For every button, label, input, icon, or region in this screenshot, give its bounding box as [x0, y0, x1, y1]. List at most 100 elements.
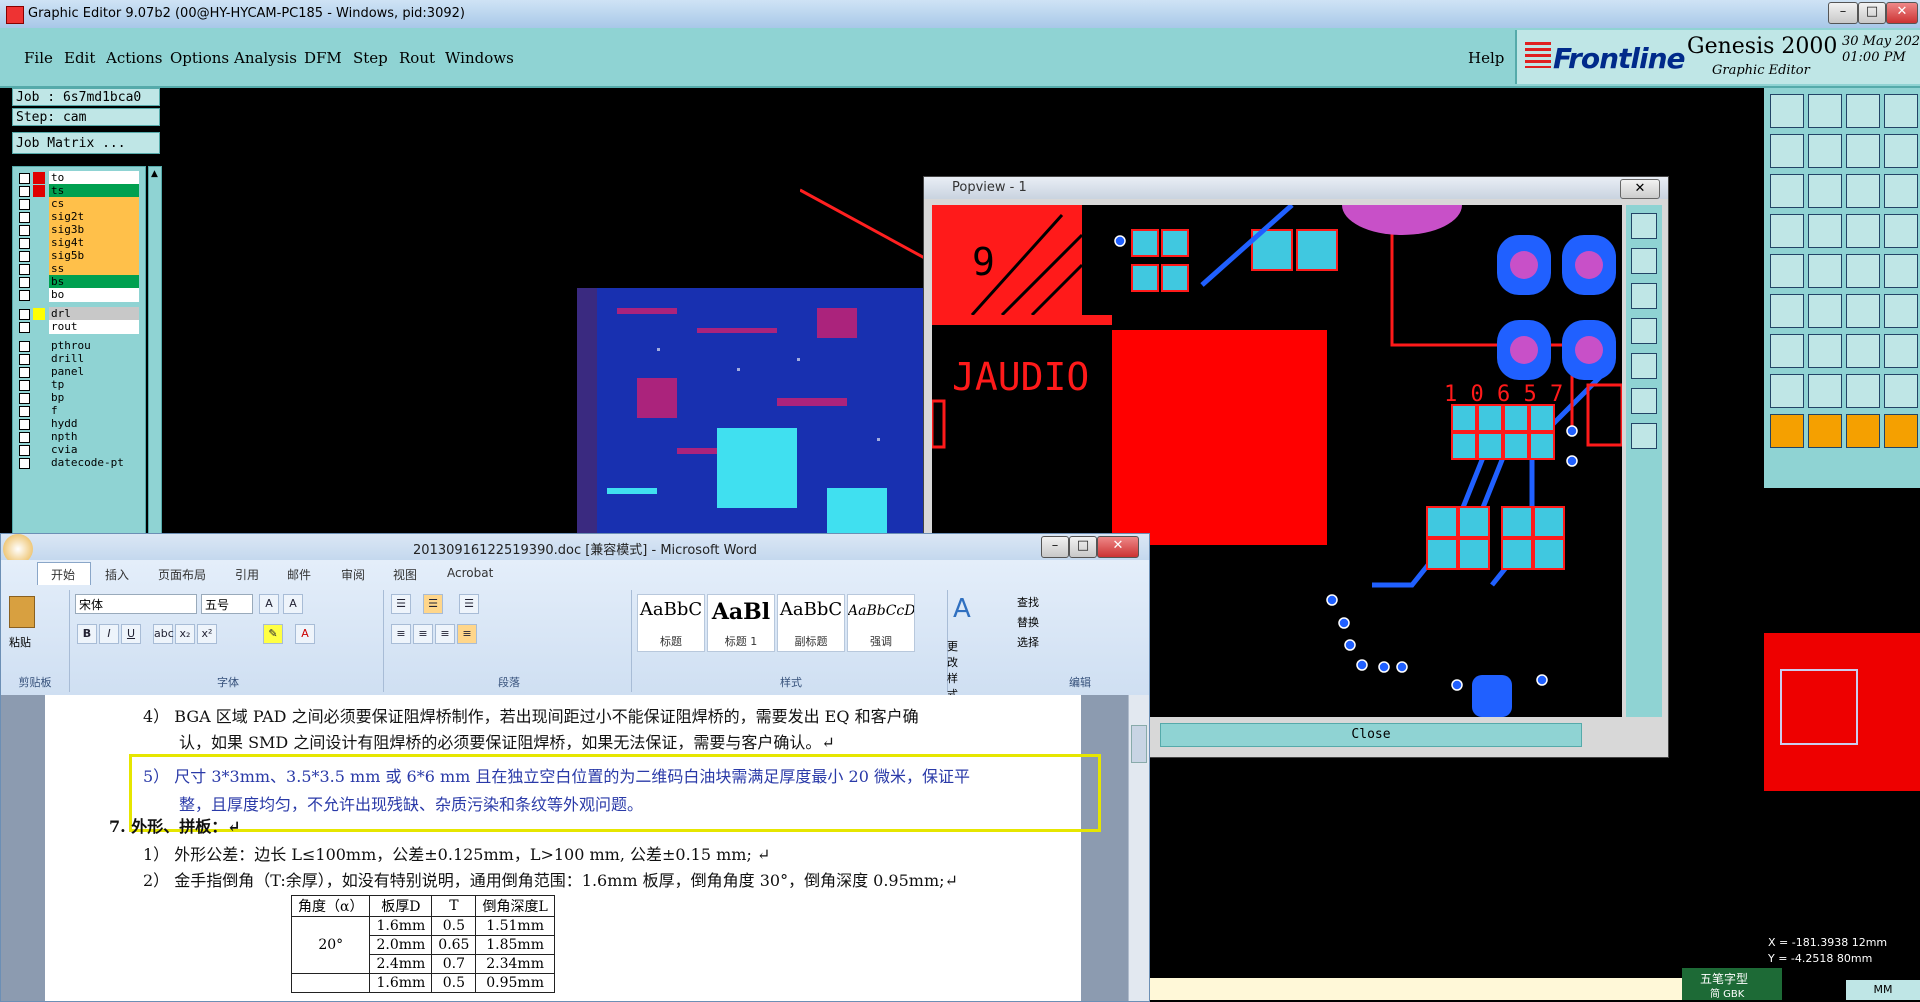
layer-checkbox[interactable] [19, 251, 30, 262]
replace-button[interactable]: 替换 [1017, 614, 1039, 630]
tab-mailings[interactable]: 邮件 [287, 566, 311, 583]
layer-row-pthrou[interactable]: pthrou [17, 339, 139, 353]
popview-tool-5-icon[interactable] [1631, 353, 1657, 379]
tool-6-2-icon[interactable] [1846, 334, 1880, 368]
menu-windows[interactable]: Windows [445, 49, 514, 67]
tab-home[interactable]: 开始 [51, 566, 75, 583]
menu-analysis[interactable]: Analysis [234, 49, 297, 67]
popview-tool-4-icon[interactable] [1631, 318, 1657, 344]
tool-0-1-icon[interactable] [1808, 94, 1842, 128]
tool-2-3-icon[interactable] [1884, 174, 1918, 208]
tool-0-2-icon[interactable] [1846, 94, 1880, 128]
layer-checkbox[interactable] [19, 225, 30, 236]
layer-row-drl[interactable]: drl [17, 307, 139, 321]
word-maximize-button[interactable]: □ [1069, 536, 1097, 558]
menu-help[interactable]: Help [1468, 49, 1504, 67]
change-styles-icon[interactable]: A [953, 594, 971, 624]
thumbnail-preview[interactable] [1764, 633, 1920, 791]
tool-5-0-icon[interactable] [1770, 294, 1804, 328]
justify-button[interactable]: ≡ [457, 624, 477, 644]
popview-close-button[interactable]: Close [1160, 723, 1582, 747]
tool-7-1-icon[interactable] [1808, 374, 1842, 408]
layer-checkbox[interactable] [19, 290, 30, 301]
layer-checkbox[interactable] [19, 212, 30, 223]
font-name-select[interactable]: 宋体 [75, 594, 197, 614]
tool-7-0-icon[interactable] [1770, 374, 1804, 408]
layer-row-to[interactable]: to [17, 171, 139, 185]
word-minimize-button[interactable]: – [1041, 536, 1069, 558]
word-page[interactable]: 4） BGA 区域 PAD 之间必须要保证阻焊桥制作，若出现间距过小不能保证阻焊… [45, 695, 1101, 1001]
select-button[interactable]: 选择 [1017, 634, 1039, 650]
menu-edit[interactable]: Edit [64, 49, 95, 67]
layer-checkbox[interactable] [19, 419, 30, 430]
tab-acrobat[interactable]: Acrobat [447, 566, 493, 580]
tool-6-3-icon[interactable] [1884, 334, 1918, 368]
ime-toolbar[interactable]: 五笔字型 简 GBK [1682, 968, 1782, 1000]
layer-checkbox[interactable] [19, 309, 30, 320]
layer-row-sig4t[interactable]: sig4t [17, 236, 139, 250]
tool-6-0-icon[interactable] [1770, 334, 1804, 368]
word-close-button[interactable]: ✕ [1097, 536, 1139, 558]
tool-1-0-icon[interactable] [1770, 134, 1804, 168]
menu-dfm[interactable]: DFM [304, 49, 342, 67]
superscript-button[interactable]: x² [197, 624, 217, 644]
layer-checkbox[interactable] [19, 406, 30, 417]
bullets-button[interactable]: ☰ [391, 594, 411, 614]
popview-close-icon[interactable]: ✕ [1620, 179, 1660, 199]
tool-1-1-icon[interactable] [1808, 134, 1842, 168]
layer-row-ss[interactable]: ss [17, 262, 139, 276]
tool-4-3-icon[interactable] [1884, 254, 1918, 288]
menu-file[interactable]: File [24, 49, 53, 67]
popview-tool-1-icon[interactable] [1631, 213, 1657, 239]
style-emphasis[interactable]: AaBbCcDc 强调 [847, 594, 915, 652]
tool-1-2-icon[interactable] [1846, 134, 1880, 168]
layer-checkbox[interactable] [19, 380, 30, 391]
popview-tool-7-icon[interactable] [1631, 423, 1657, 449]
layer-row-bs[interactable]: bs [17, 275, 139, 289]
style-subtitle[interactable]: AaBbC 副标题 [777, 594, 845, 652]
word-vertical-scrollbar[interactable] [1128, 695, 1149, 1001]
layer-checkbox[interactable] [19, 354, 30, 365]
paste-icon[interactable] [9, 596, 35, 628]
popview-tool-3-icon[interactable] [1631, 283, 1657, 309]
layer-checkbox[interactable] [19, 186, 30, 197]
layer-checkbox[interactable] [19, 264, 30, 275]
units-label[interactable]: MM [1846, 980, 1920, 1000]
grow-font-button[interactable]: A [259, 594, 279, 614]
style-title[interactable]: AaBbC 标题 [637, 594, 705, 652]
menu-options[interactable]: Options [170, 49, 229, 67]
align-left-button[interactable]: ≡ [391, 624, 411, 644]
layer-checkbox[interactable] [19, 277, 30, 288]
style-heading-1[interactable]: AaBl 标题 1 [707, 594, 775, 652]
scroll-thumb[interactable] [1131, 725, 1147, 763]
tool-8-1-icon[interactable] [1808, 414, 1842, 448]
highlight-button[interactable]: ✎ [263, 624, 283, 644]
tool-8-3-icon[interactable] [1884, 414, 1918, 448]
font-size-select[interactable]: 五号 [201, 594, 253, 614]
tool-8-0-icon[interactable] [1770, 414, 1804, 448]
layer-row-panel[interactable]: panel [17, 365, 139, 379]
tool-5-1-icon[interactable] [1808, 294, 1842, 328]
layer-row-sig5b[interactable]: sig5b [17, 249, 139, 263]
tool-4-0-icon[interactable] [1770, 254, 1804, 288]
layer-row-datecode-pt[interactable]: datecode-pt [17, 456, 139, 470]
layer-checkbox[interactable] [19, 393, 30, 404]
tool-7-2-icon[interactable] [1846, 374, 1880, 408]
layer-row-bp[interactable]: bp [17, 391, 139, 405]
tool-4-1-icon[interactable] [1808, 254, 1842, 288]
layer-checkbox[interactable] [19, 432, 30, 443]
popview-tool-2-icon[interactable] [1631, 248, 1657, 274]
layer-checkbox[interactable] [19, 322, 30, 333]
shrink-font-button[interactable]: A [283, 594, 303, 614]
tool-4-2-icon[interactable] [1846, 254, 1880, 288]
layer-checkbox[interactable] [19, 367, 30, 378]
tab-page-layout[interactable]: 页面布局 [158, 566, 206, 583]
paste-label[interactable]: 粘贴 [9, 634, 31, 650]
layer-checkbox[interactable] [19, 341, 30, 352]
find-button[interactable]: 查找 [1017, 594, 1039, 610]
tool-8-2-icon[interactable] [1846, 414, 1880, 448]
maximize-button[interactable]: □ [1858, 2, 1886, 24]
menu-rout[interactable]: Rout [399, 49, 435, 67]
tool-6-1-icon[interactable] [1808, 334, 1842, 368]
strikethrough-button[interactable]: abc [153, 624, 174, 644]
